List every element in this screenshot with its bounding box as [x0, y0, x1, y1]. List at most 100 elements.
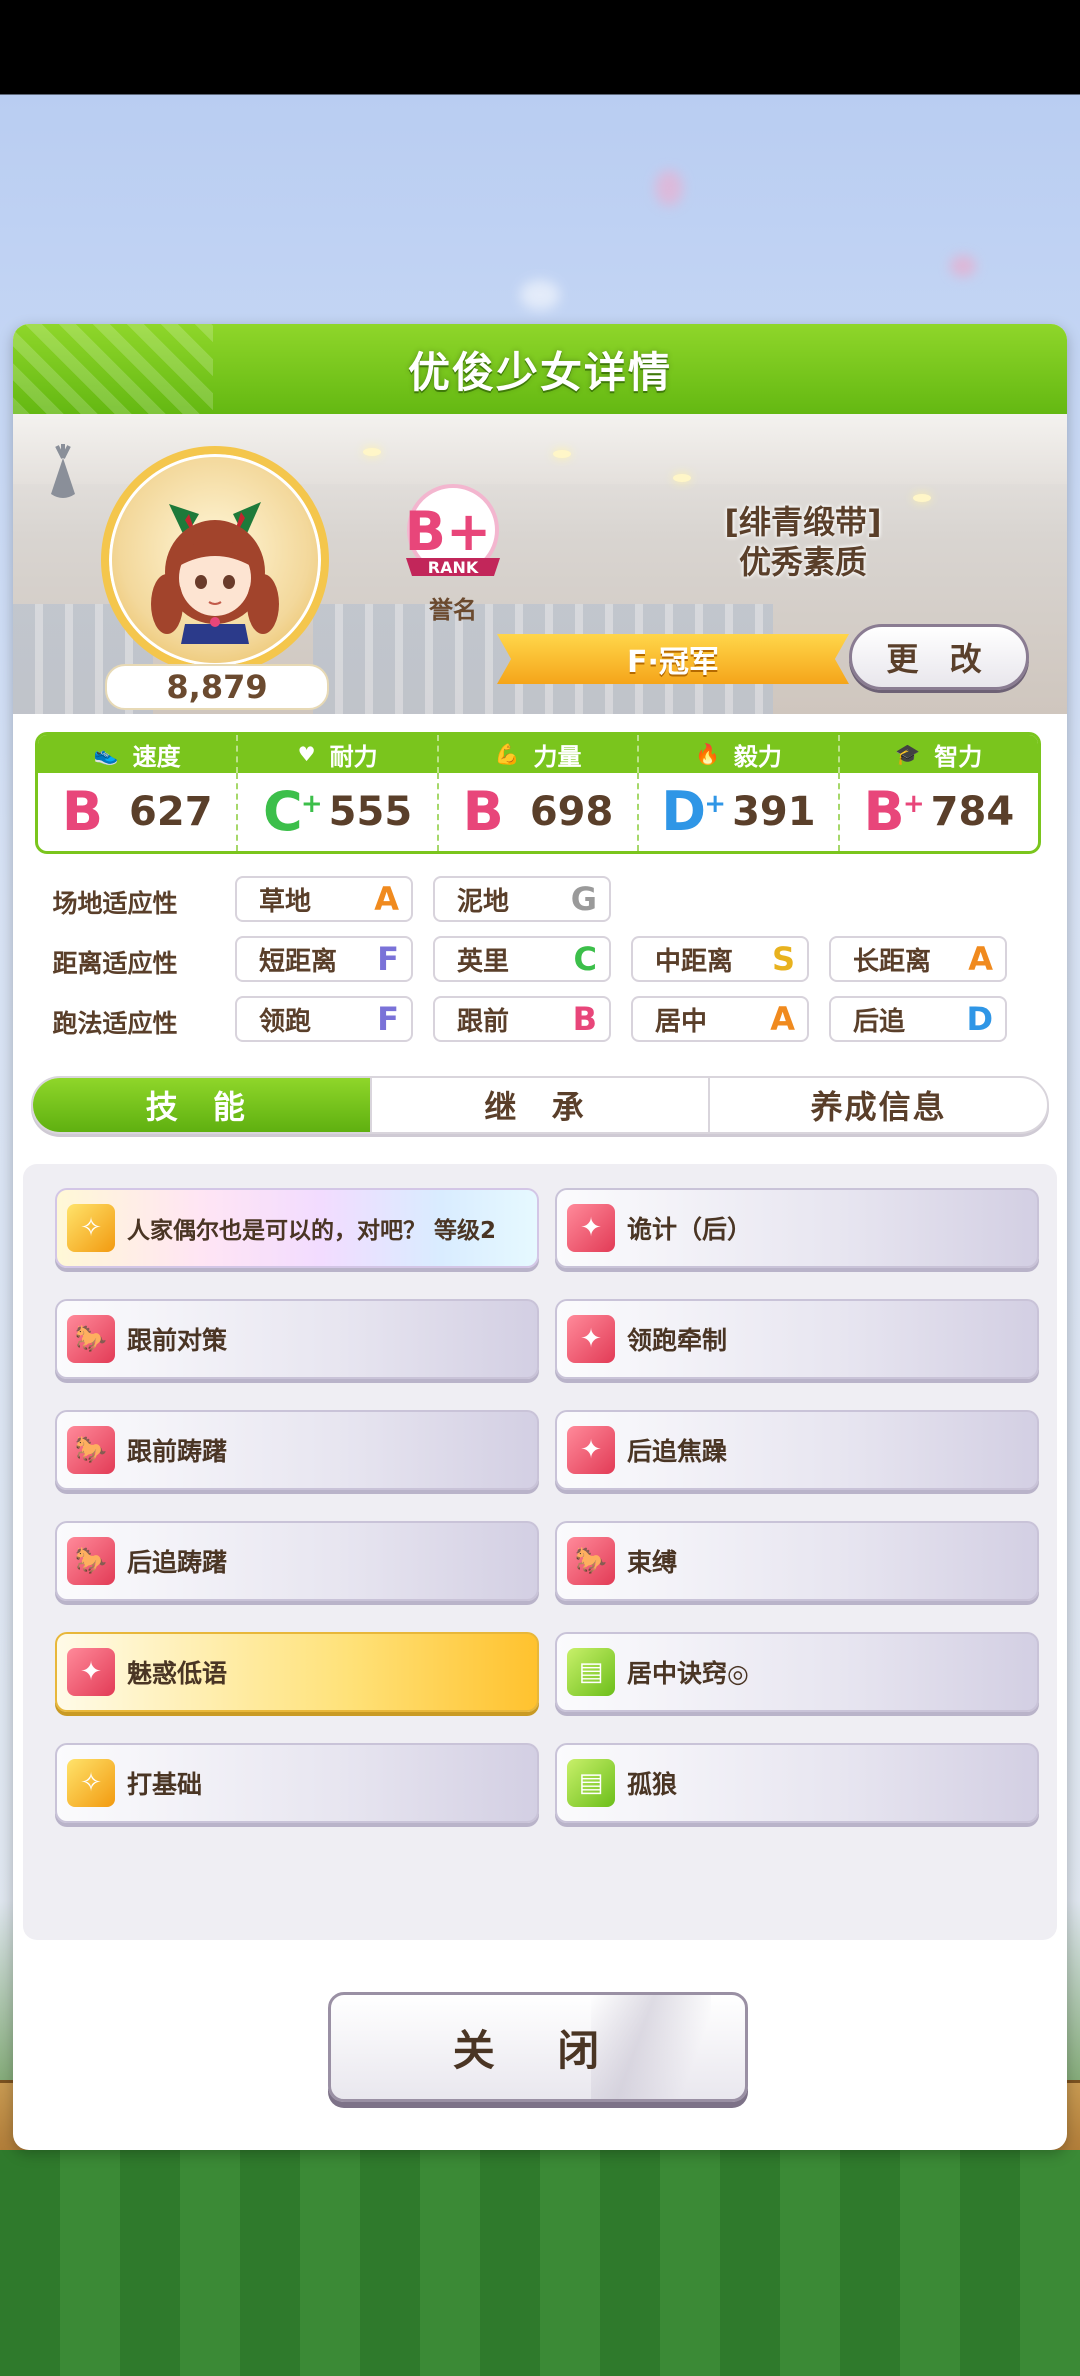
sparkle-icon: ✦ — [67, 1648, 115, 1696]
stat-grade-letter: B — [863, 780, 905, 843]
skill-item[interactable]: ✧ 打基础 — [55, 1743, 539, 1823]
stats-table: 👟 速度 ♥ 耐力 💪 力量 🔥 毅力 🎓 智力 B 627 C +555 B 698 D +391 B +784 — [35, 732, 1041, 854]
ceiling-light — [363, 448, 381, 456]
aptitude-row: 跑法适应性 领跑 F 跟前 B 居中 A 后追 D — [35, 996, 1045, 1044]
header-pattern — [13, 324, 213, 414]
fan-count: 8,879 — [105, 664, 329, 710]
background-grass — [0, 2150, 1080, 2376]
aptitude-grade: A — [968, 940, 993, 978]
aptitude-chip: 英里 C — [433, 936, 611, 982]
skill-name: 人家偶尔也是可以的，对吧？ 等级2 — [127, 1218, 497, 1244]
tab-0[interactable]: 技 能 — [33, 1078, 372, 1132]
stat-name: 速度 — [132, 742, 181, 771]
close-label: 关 闭 — [452, 2025, 624, 2075]
aptitude-row: 场地适应性 草地 A 泥地 G — [35, 876, 1045, 924]
aptitude-chip: 居中 A — [631, 996, 809, 1042]
aptitude-name: 草地 — [259, 886, 312, 917]
skill-item[interactable]: 🐎 束缚 — [555, 1521, 1039, 1601]
stat-value: 784 — [930, 789, 1015, 835]
title-text: F·冠军 — [627, 645, 719, 680]
aptitude-grade: B — [572, 1000, 597, 1038]
skill-name: 领跑牵制 — [627, 1326, 728, 1355]
stat-value: 391 — [732, 789, 816, 835]
sparkle-icon: ✦ — [567, 1204, 615, 1252]
aptitude-name: 跟前 — [457, 1006, 510, 1037]
aptitude-chip: 后追 D — [829, 996, 1007, 1042]
skill-item[interactable]: ▤ 居中诀窍◎ — [555, 1632, 1039, 1712]
stat-grade-letter: B — [462, 780, 504, 843]
aptitude-label: 场地适应性 — [52, 889, 178, 918]
shoe-icon: 👟 — [93, 742, 119, 766]
detail-tabs: 技 能继 承养成信息 — [31, 1076, 1049, 1134]
plus-icon: + — [704, 789, 727, 819]
aptitude-name: 中距离 — [655, 946, 734, 977]
heart-icon: ♥ — [297, 742, 316, 766]
change-title-button[interactable]: 更 改 — [849, 624, 1029, 690]
skill-item[interactable]: ✦ 诡计（后） — [555, 1188, 1039, 1268]
character-portrait-icon — [151, 502, 279, 644]
skill-item[interactable]: ▤ 孤狼 — [555, 1743, 1039, 1823]
close-button[interactable]: 关 闭 — [328, 1992, 748, 2102]
aptitude-name: 短距离 — [259, 946, 338, 977]
notebook-icon: ▤ — [567, 1648, 615, 1696]
horse-silhouette-icon: 🐎 — [567, 1537, 615, 1585]
skill-name: 后追踌躇 — [127, 1548, 228, 1577]
stat-value: 555 — [328, 789, 413, 835]
mortarboard-icon: 🎓 — [895, 742, 921, 766]
skill-item[interactable]: ✧ 人家偶尔也是可以的，对吧？ 等级2 — [55, 1188, 539, 1268]
skill-name: 后追焦躁 — [627, 1437, 728, 1466]
aptitude-chip: 跟前 B — [433, 996, 611, 1042]
stat-cell-3: D +391 — [639, 773, 840, 851]
aptitude-name: 居中 — [655, 1006, 708, 1037]
skill-name: 束缚 — [627, 1548, 678, 1577]
epithet: [绯青缎带] 优秀素质 — [653, 502, 953, 582]
aptitude-name: 领跑 — [259, 1006, 312, 1037]
skill-item[interactable]: 🐎 跟前踌躇 — [55, 1410, 539, 1490]
tab-2[interactable]: 养成信息 — [710, 1078, 1047, 1132]
epithet-line1: [绯青缎带] — [724, 503, 882, 541]
skill-name: 跟前对策 — [127, 1326, 228, 1355]
aptitude-name: 英里 — [457, 946, 510, 977]
ceiling-light — [913, 494, 931, 502]
rank-badge-icon: B+ RANK — [405, 484, 500, 577]
stat-grade: D + — [661, 785, 726, 839]
horse-silhouette-icon: 🐎 — [67, 1537, 115, 1585]
stat-cell-4: B +784 — [840, 773, 1038, 851]
skill-item[interactable]: ✦ 后追焦躁 — [555, 1410, 1039, 1490]
plus-icon: + — [902, 789, 925, 819]
ceiling-light — [673, 474, 691, 482]
stat-grade: B — [62, 785, 103, 839]
stat-cell-0: B 627 — [38, 773, 239, 851]
skill-item[interactable]: ✦ 领跑牵制 — [555, 1299, 1039, 1379]
stat-header-0: 👟 速度 — [38, 735, 239, 773]
stats-header: 👟 速度 ♥ 耐力 💪 力量 🔥 毅力 🎓 智力 — [38, 735, 1038, 773]
stat-grade: B + — [863, 785, 924, 839]
stat-header-4: 🎓 智力 — [840, 735, 1038, 773]
sparkle-icon: ✦ — [567, 1315, 615, 1363]
title-ribbon: F·冠军 — [497, 634, 849, 684]
stat-value: 627 — [129, 789, 213, 835]
tab-1[interactable]: 继 承 — [372, 1078, 711, 1132]
stat-grade-letter: D — [661, 780, 707, 843]
stat-name: 力量 — [533, 742, 582, 771]
skill-name: 居中诀窍◎ — [627, 1659, 749, 1688]
stat-grade: C + — [263, 785, 323, 839]
sparkle-icon: ✦ — [567, 1426, 615, 1474]
skill-item[interactable]: 🐎 后追踌躇 — [55, 1521, 539, 1601]
carrot-icon — [51, 444, 75, 498]
aptitude-grade: A — [770, 1000, 795, 1038]
rank-label: 誉名 — [429, 596, 477, 624]
rank-grade-text: B+ — [405, 500, 491, 563]
aptitude-name: 后追 — [853, 1006, 906, 1037]
stat-grade: B — [463, 785, 504, 839]
skill-item[interactable]: ✦ 魅惑低语 — [55, 1632, 539, 1712]
horse-silhouette-icon: 🐎 — [67, 1426, 115, 1474]
aptitude-name: 长距离 — [853, 946, 932, 977]
aptitude-label: 距离适应性 — [52, 949, 178, 978]
stat-header-3: 🔥 毅力 — [639, 735, 840, 773]
stat-grade-letter: C — [263, 780, 303, 843]
skill-item[interactable]: 🐎 跟前对策 — [55, 1299, 539, 1379]
stat-grade-letter: B — [61, 780, 104, 843]
epithet-line2: 优秀素质 — [738, 543, 867, 581]
muscle-icon: 💪 — [494, 742, 520, 766]
